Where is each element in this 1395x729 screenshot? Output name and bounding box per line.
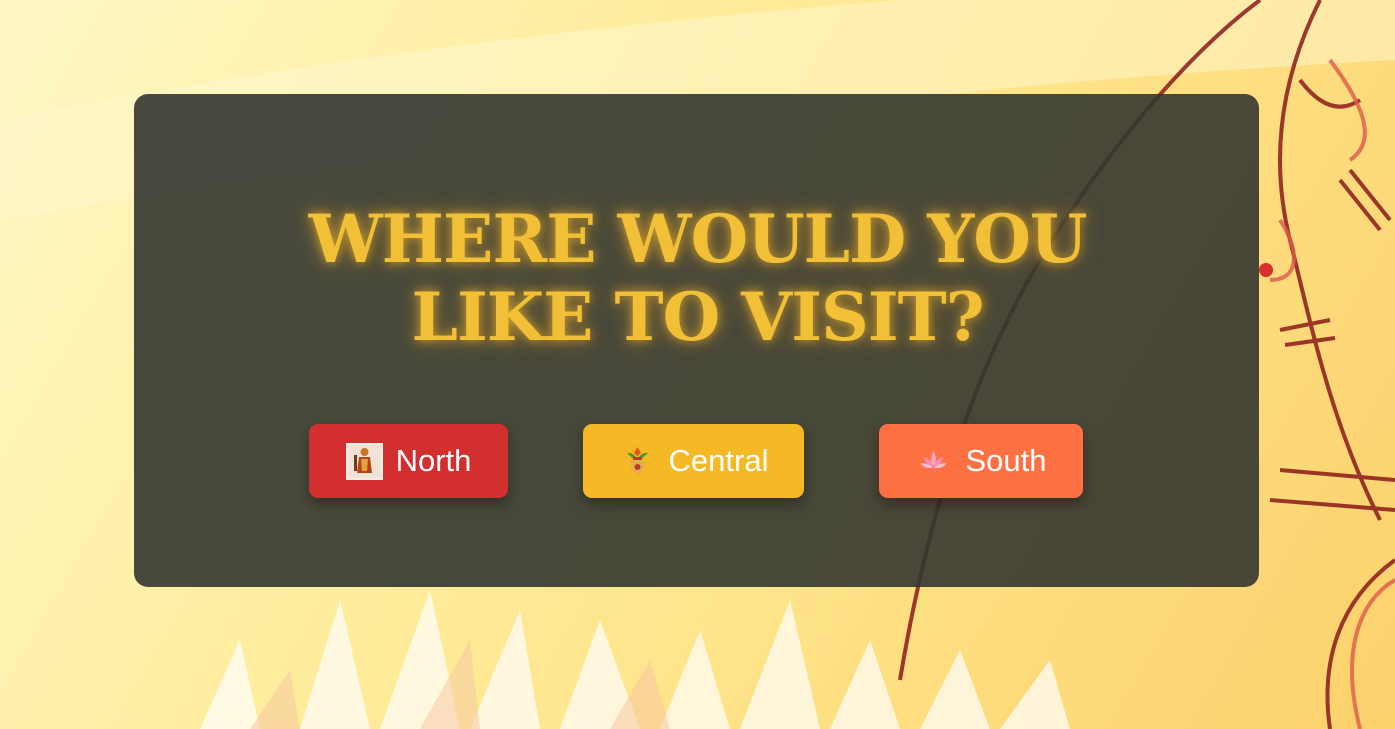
- central-button[interactable]: Central: [583, 424, 804, 498]
- south-button-label: South: [965, 443, 1047, 478]
- title-line-2: LIKE TO VISIT?: [411, 278, 985, 356]
- deity-idol-icon: [345, 442, 383, 480]
- title-line-1: WHERE WOULD YOU: [308, 200, 1088, 278]
- page-title: WHERE WOULD YOU LIKE TO VISIT?: [0, 200, 1395, 356]
- north-button[interactable]: North: [309, 424, 508, 498]
- north-button-label: North: [395, 443, 472, 478]
- south-button[interactable]: South: [879, 424, 1083, 498]
- kalash-pot-icon: [626, 446, 648, 475]
- central-button-label: Central: [668, 443, 769, 478]
- lotus-icon: [920, 450, 948, 472]
